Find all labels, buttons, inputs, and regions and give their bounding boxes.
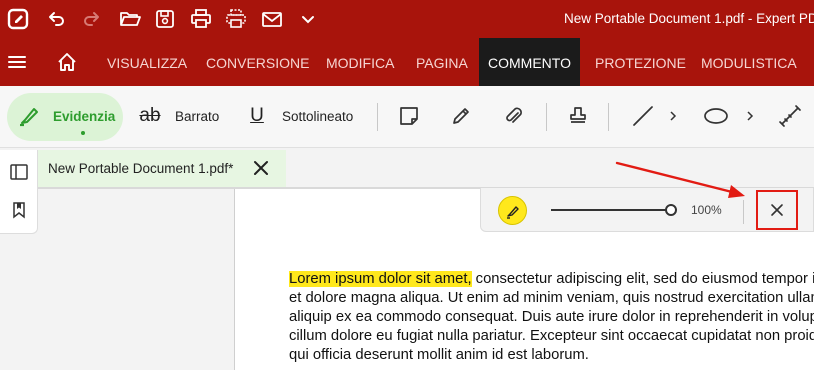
bar-divider <box>743 200 744 224</box>
text-line-1-rest: consectetur adipiscing elit, sed do eius… <box>475 271 814 287</box>
tab-visualizza[interactable]: VISUALIZZA <box>107 38 187 86</box>
pencil-icon[interactable] <box>448 103 474 129</box>
save-icon[interactable] <box>153 7 177 31</box>
page-text: Lorem ipsum dolor sit amet, consectetur … <box>289 270 814 365</box>
app-logo-icon <box>6 7 30 31</box>
opacity-slider-handle[interactable] <box>665 204 677 216</box>
underline-glyph: U <box>250 105 264 126</box>
highlighter-icon <box>16 103 42 129</box>
stamp-icon[interactable] <box>565 103 591 129</box>
bookmark-icon[interactable] <box>7 198 31 222</box>
text-line-3: aliquip ex ea commodo consequat. Duis au… <box>289 309 814 325</box>
text-line-5: qui officia deserunt mollit anim id est … <box>289 347 589 363</box>
document-tab[interactable]: New Portable Document 1.pdf* <box>38 150 286 187</box>
open-folder-icon[interactable] <box>118 7 142 31</box>
underline-icon[interactable]: U <box>244 103 270 129</box>
email-icon[interactable] <box>260 7 284 31</box>
text-line-2: et dolore magna aliqua. Ut enim ad minim… <box>289 290 814 306</box>
hamburger-menu-icon[interactable] <box>5 50 29 74</box>
chevron-right-icon[interactable] <box>743 103 757 129</box>
toolbar-divider <box>546 103 547 131</box>
comment-toolbar: Evidenzia ab Barrato U Sottolineato <box>0 86 814 148</box>
tab-pagina[interactable]: PAGINA <box>416 38 468 86</box>
home-icon[interactable] <box>55 50 79 74</box>
toolbar-divider <box>608 103 609 131</box>
strikethrough-label[interactable]: Barrato <box>175 109 219 124</box>
undo-icon[interactable] <box>44 7 68 31</box>
scan-print-icon[interactable] <box>224 7 248 31</box>
underline-label[interactable]: Sottolineato <box>282 109 353 124</box>
tab-modulistica[interactable]: MODULISTICA <box>701 38 797 86</box>
toolbar-divider <box>377 103 378 131</box>
tab-protezione[interactable]: PROTEZIONE <box>595 38 686 86</box>
highlighted-text[interactable]: Lorem ipsum dolor sit amet, <box>289 271 472 287</box>
ellipse-icon[interactable] <box>703 103 729 129</box>
line-icon[interactable] <box>630 103 656 129</box>
text-line-1: Lorem ipsum dolor sit amet, consectetur … <box>289 270 814 289</box>
highlight-properties-bar: 100% <box>480 188 814 232</box>
close-highlight-bar-button[interactable] <box>756 190 798 230</box>
print-icon[interactable] <box>189 7 213 31</box>
active-indicator <box>81 131 85 135</box>
document-tab-title: New Portable Document 1.pdf* <box>48 161 234 176</box>
measure-icon[interactable] <box>777 103 803 129</box>
redo-icon[interactable] <box>80 7 104 31</box>
close-tab-icon[interactable] <box>250 157 272 179</box>
title-bar: New Portable Document 1.pdf - Expert PDF <box>0 0 814 38</box>
tab-conversione[interactable]: CONVERSIONE <box>206 38 309 86</box>
highlight-button[interactable]: Evidenzia <box>7 93 123 141</box>
window-title: New Portable Document 1.pdf - Expert PDF <box>564 11 814 26</box>
panel-toggle-icon[interactable] <box>7 160 31 184</box>
tab-modifica[interactable]: MODIFICA <box>326 38 394 86</box>
chevron-down-icon[interactable] <box>296 7 320 31</box>
opacity-slider-track[interactable] <box>551 209 671 211</box>
opacity-value: 100% <box>691 203 722 217</box>
document-margin <box>38 189 234 370</box>
left-panel-rail <box>0 150 38 234</box>
highlight-label: Evidenzia <box>53 109 116 124</box>
strikethrough-glyph: ab <box>139 105 161 126</box>
highlight-color-swatch[interactable] <box>498 196 527 225</box>
attachment-icon[interactable] <box>500 103 526 129</box>
tab-commento[interactable]: COMMENTO <box>479 38 580 86</box>
ribbon-tabs: VISUALIZZA CONVERSIONE MODIFICA PAGINA C… <box>0 38 814 86</box>
text-line-4: cillum dolore eu fugiat nulla pariatur. … <box>289 328 814 344</box>
strikethrough-icon[interactable]: ab <box>137 103 163 129</box>
chevron-right-icon[interactable] <box>666 103 680 129</box>
sticky-note-icon[interactable] <box>396 103 422 129</box>
